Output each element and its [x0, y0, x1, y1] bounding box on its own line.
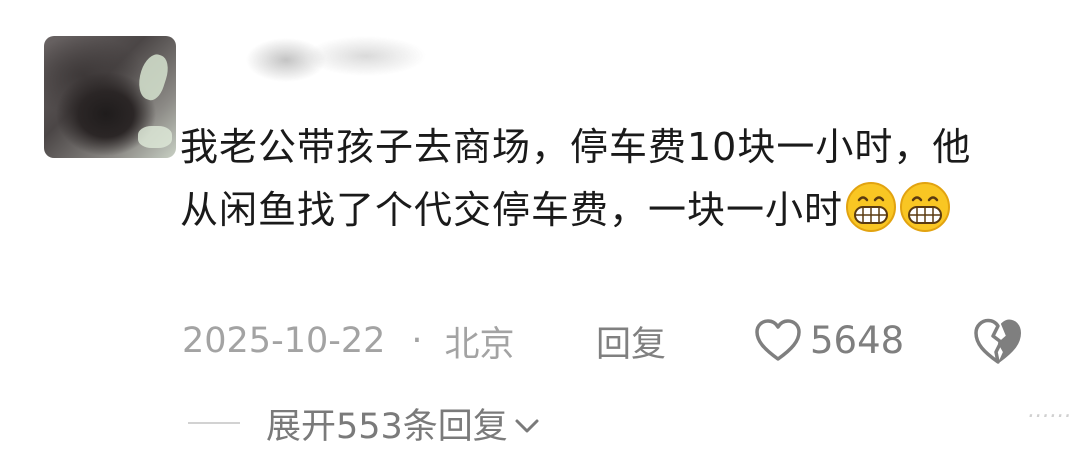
- broken-heart-icon[interactable]: [972, 316, 1024, 366]
- meta-separator: ·: [411, 321, 423, 361]
- avatar-detail: [138, 126, 172, 148]
- expand-replies-button[interactable]: 展开553条回复: [188, 398, 542, 448]
- comment-text: 我老公带孩子去商场，停车费10块一小时，他从闲鱼找了个代交停车费，一块一小时: [180, 116, 1010, 242]
- comment-meta: 2025-10-22 · 北京: [182, 318, 515, 365]
- divider-line: [188, 422, 240, 424]
- reply-label: 回复: [596, 324, 667, 365]
- comment-location: 北京: [444, 324, 515, 365]
- like-button[interactable]: 5648: [754, 314, 904, 366]
- chevron-down-icon: [515, 419, 539, 433]
- grinning-face-emoji: [900, 182, 951, 232]
- comment-date: 2025-10-22: [182, 321, 386, 361]
- heart-outline-icon: [755, 319, 801, 361]
- expand-replies-label: 展开553条回复: [266, 406, 508, 447]
- user-avatar[interactable]: [44, 36, 176, 158]
- username-blurred[interactable]: [246, 30, 436, 86]
- watermark: ……: [1028, 398, 1072, 423]
- avatar-detail: [133, 51, 173, 103]
- grinning-face-emoji: [846, 182, 897, 232]
- reply-button[interactable]: 回复: [596, 318, 667, 365]
- like-count: 5648: [810, 318, 905, 362]
